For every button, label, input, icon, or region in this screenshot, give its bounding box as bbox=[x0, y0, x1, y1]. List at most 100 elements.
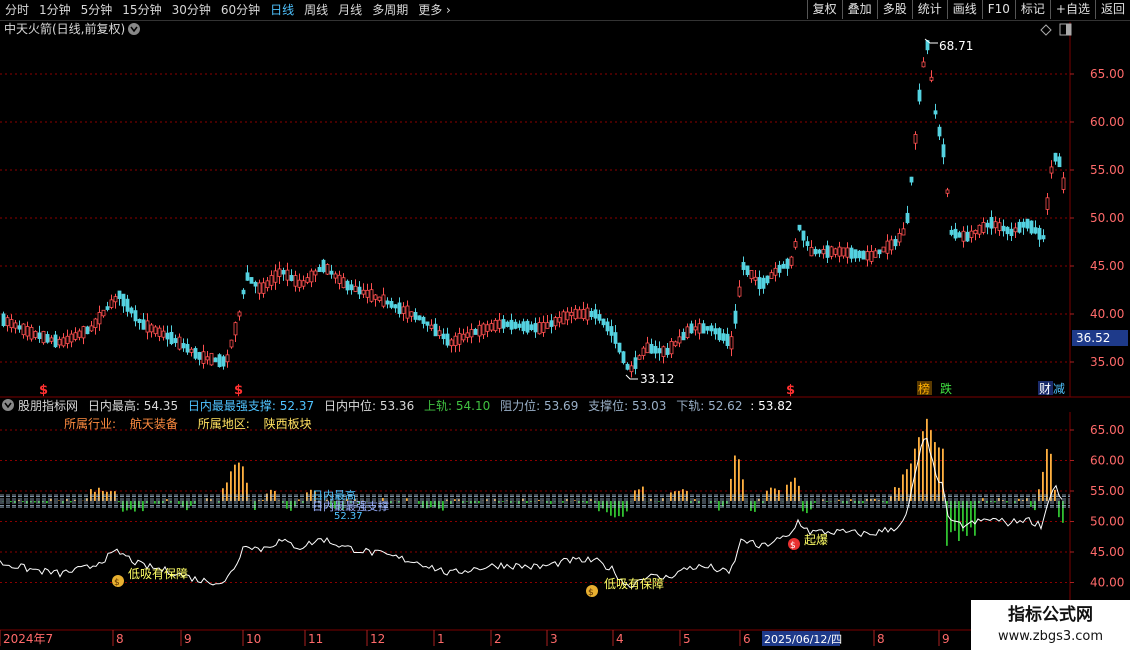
candle bbox=[53, 331, 58, 349]
dividend-marker[interactable]: $ bbox=[786, 383, 795, 398]
candle bbox=[313, 268, 318, 283]
candle bbox=[521, 318, 526, 335]
main-price-axis: 65.00 60.00 55.00 50.00 45.00 40.00 35.00 bbox=[1090, 67, 1124, 369]
candle bbox=[881, 246, 886, 253]
candle bbox=[61, 333, 66, 348]
candle bbox=[837, 241, 842, 263]
tag-cai[interactable]: 财 bbox=[1038, 381, 1053, 396]
candle bbox=[253, 280, 258, 294]
candle bbox=[437, 325, 442, 339]
histogram-bar bbox=[102, 490, 104, 502]
candle bbox=[273, 264, 278, 290]
candle bbox=[89, 321, 94, 333]
candle bbox=[669, 337, 674, 359]
candle bbox=[789, 255, 794, 269]
time-label: 3 bbox=[550, 632, 558, 646]
window-toggle-icon[interactable] bbox=[1059, 23, 1072, 36]
candle bbox=[113, 293, 118, 309]
candle bbox=[237, 310, 242, 321]
candle bbox=[389, 297, 394, 310]
histogram-bar bbox=[298, 499, 300, 502]
price-tick: 65.00 bbox=[1090, 67, 1124, 81]
candle bbox=[645, 336, 650, 354]
candle bbox=[817, 248, 822, 258]
tag-jian[interactable]: 减 bbox=[1053, 382, 1065, 396]
tag-bang[interactable]: 榜 bbox=[917, 381, 932, 396]
candle bbox=[129, 306, 134, 318]
candle bbox=[981, 217, 986, 235]
candle bbox=[597, 309, 602, 324]
dividend-marker[interactable]: $ bbox=[234, 383, 243, 398]
svg-text:2025/06/12/四: 2025/06/12/四 bbox=[764, 633, 842, 646]
histogram-bar bbox=[982, 498, 984, 502]
current-price-badge: 36.52 bbox=[1072, 330, 1128, 346]
candle bbox=[1013, 222, 1018, 238]
histogram-bar bbox=[974, 501, 976, 536]
svg-text:榜: 榜 bbox=[918, 381, 930, 396]
candle bbox=[965, 225, 970, 243]
candle bbox=[249, 277, 254, 284]
histogram-bar bbox=[750, 501, 752, 511]
indicator-tick: 50.00 bbox=[1090, 515, 1124, 529]
candle bbox=[277, 261, 282, 284]
indicator-toggle-icon[interactable] bbox=[2, 399, 14, 411]
candle bbox=[117, 290, 122, 306]
candle bbox=[545, 315, 550, 329]
candle bbox=[501, 315, 506, 334]
signal-buy-1[interactable]: $ 低吸有保障 bbox=[112, 566, 188, 588]
candle bbox=[853, 249, 858, 262]
candle bbox=[685, 323, 690, 340]
signal-buy-2[interactable]: $ 低吸有保障 bbox=[586, 576, 664, 598]
candle bbox=[729, 331, 734, 357]
candle bbox=[493, 318, 498, 333]
candle bbox=[773, 262, 778, 282]
candle bbox=[585, 303, 590, 325]
time-label: 2 bbox=[494, 632, 502, 646]
candle bbox=[841, 247, 846, 259]
candle bbox=[165, 325, 170, 347]
candle bbox=[697, 318, 702, 340]
time-label: 9 bbox=[184, 632, 192, 646]
candle bbox=[217, 353, 222, 368]
candle bbox=[305, 273, 310, 285]
candle bbox=[825, 240, 830, 263]
candle bbox=[889, 235, 894, 255]
candle bbox=[1001, 219, 1006, 237]
indicator-tick: 55.00 bbox=[1090, 484, 1124, 498]
histogram-bar bbox=[262, 499, 264, 502]
candle bbox=[281, 267, 286, 281]
chart-title: 中天火箭(日线,前复权) bbox=[4, 21, 125, 36]
tag-die[interactable]: 跌 bbox=[940, 381, 952, 396]
diamond-icon[interactable] bbox=[1040, 24, 1052, 36]
candle bbox=[733, 304, 738, 329]
histogram-bar bbox=[862, 501, 864, 504]
candle bbox=[665, 342, 670, 358]
histogram-bar bbox=[242, 466, 244, 502]
histogram-bar bbox=[130, 501, 132, 510]
histogram-bar bbox=[622, 501, 624, 517]
candle bbox=[989, 210, 994, 235]
candle bbox=[321, 258, 326, 274]
histogram-bar bbox=[874, 498, 876, 502]
candle bbox=[649, 338, 654, 354]
indicator-histogram bbox=[2, 418, 1064, 546]
candle bbox=[829, 245, 834, 260]
candle bbox=[241, 288, 246, 299]
candle bbox=[701, 320, 706, 334]
stock-chart[interactable]: 65.00 60.00 55.00 50.00 45.00 40.00 35.00 中天火箭… bbox=[0, 0, 1130, 650]
candle bbox=[781, 261, 786, 269]
histogram-bar bbox=[1030, 501, 1032, 507]
candle bbox=[261, 277, 266, 298]
candle bbox=[589, 307, 594, 320]
candle bbox=[605, 318, 610, 336]
candle bbox=[429, 319, 434, 331]
candle bbox=[233, 321, 238, 342]
candle bbox=[533, 317, 538, 338]
time-label: 10 bbox=[246, 632, 261, 646]
candle bbox=[269, 270, 274, 291]
candle bbox=[509, 313, 514, 335]
signal-breakout[interactable]: $ 起爆 bbox=[788, 533, 828, 551]
title-dropdown-icon[interactable] bbox=[128, 23, 140, 35]
dividend-marker[interactable]: $ bbox=[39, 383, 48, 398]
candle bbox=[441, 328, 446, 345]
